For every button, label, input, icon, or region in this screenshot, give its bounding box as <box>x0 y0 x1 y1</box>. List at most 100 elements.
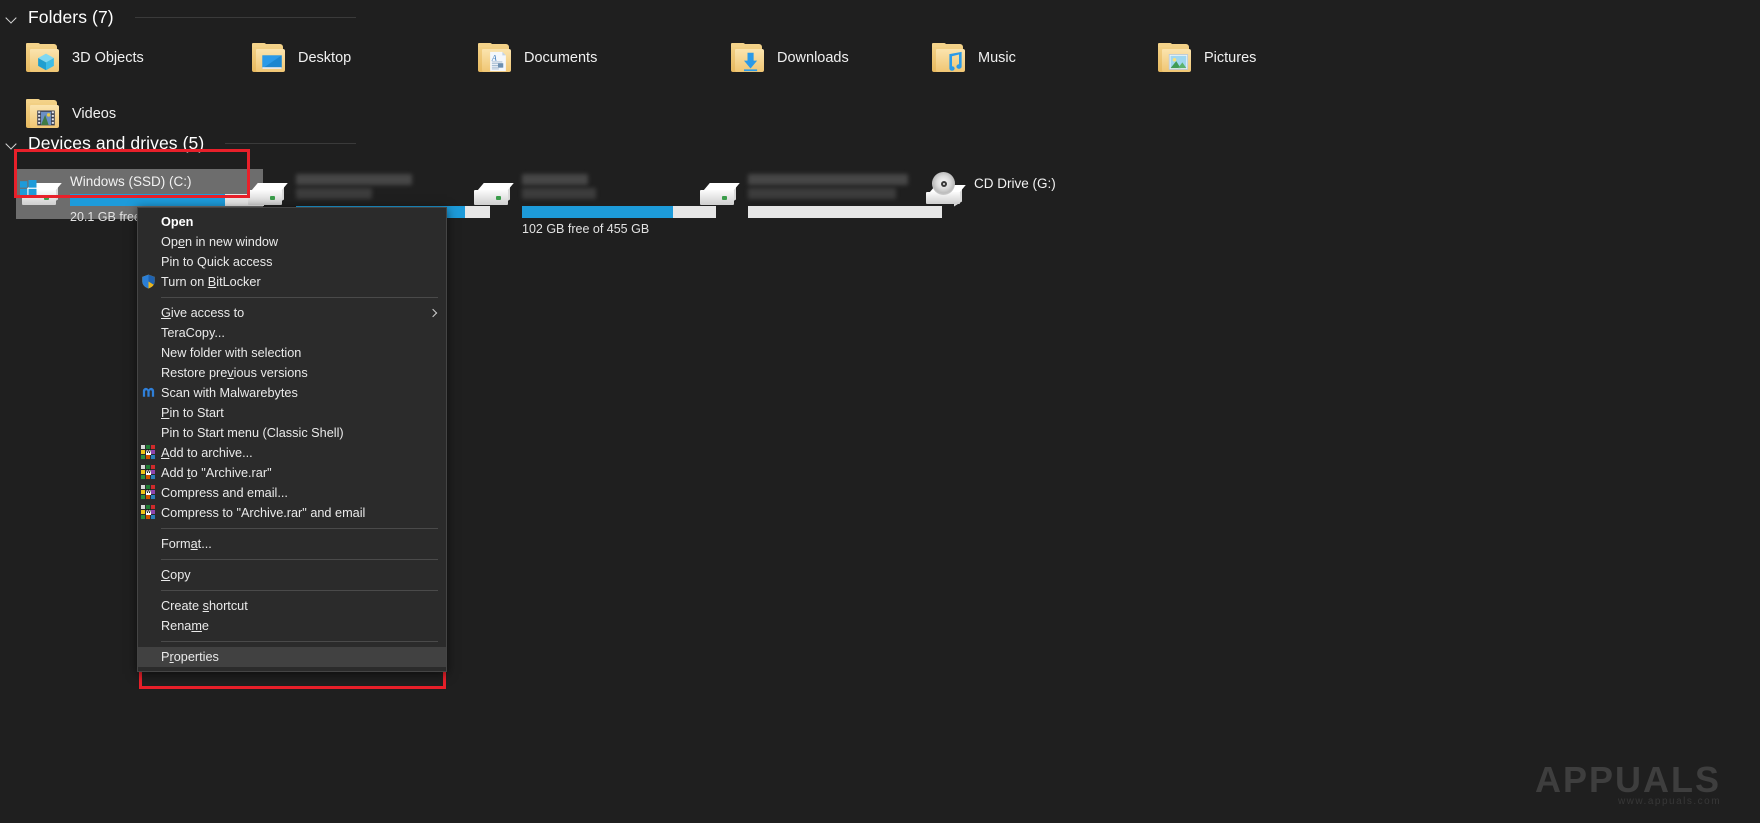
menu-item-pin-to-start[interactable]: Pin to Start <box>138 403 446 423</box>
menu-item-new-folder-with-selection[interactable]: New folder with selection <box>138 343 446 363</box>
menu-separator <box>161 559 438 560</box>
drive-tile-cd-drive-g[interactable]: CD Drive (G:) <box>924 168 1056 220</box>
menu-item-pin-to-start-menu-classic-shell[interactable]: Pin to Start menu (Classic Shell) <box>138 423 446 443</box>
hard-drive-windows-icon <box>20 178 62 212</box>
menu-item-label: Pin to Start <box>161 406 224 420</box>
group-divider <box>225 142 356 144</box>
drive-capacity-bar <box>748 206 942 218</box>
folder-label: 3D Objects <box>72 50 144 66</box>
drive-info <box>748 168 942 218</box>
folder-tile-documents[interactable]: A Documents <box>474 35 597 81</box>
menu-item-restore-previous-versions[interactable]: Restore previous versions <box>138 363 446 383</box>
menu-item-open[interactable]: Open <box>138 212 446 232</box>
folder-tile-3d-objects[interactable]: 3D Objects <box>22 35 144 81</box>
menu-item-label: Compress and email... <box>161 486 288 500</box>
menu-item-properties[interactable]: Properties <box>138 647 446 667</box>
cd-drive-icon <box>924 172 966 207</box>
folder-tile-pictures[interactable]: Pictures <box>1154 35 1256 81</box>
drive-tile-3[interactable]: 102 GB free of 455 GB <box>472 168 716 236</box>
menu-item-label: Add to "Archive.rar" <box>161 466 272 480</box>
drive-context-menu[interactable]: Open Open in new window Pin to Quick acces… <box>137 207 447 672</box>
drive-capacity-fill <box>70 194 226 206</box>
menu-item-label: Properties <box>161 650 219 664</box>
menu-item-pin-to-quick-access[interactable]: Pin to Quick access <box>138 252 446 272</box>
menu-separator <box>161 641 438 642</box>
chevron-right-icon <box>428 308 438 318</box>
menu-item-compress-to-archive-rar-and-email[interactable]: W Compress to "Archive.rar" and email <box>138 503 446 523</box>
group-divider <box>134 16 356 18</box>
menu-item-label: Add to archive... <box>161 446 253 460</box>
folder-label: Documents <box>524 50 598 66</box>
menu-item-add-to-archive-rar[interactable]: W Add to "Archive.rar" <box>138 463 446 483</box>
group-header-devices[interactable]: Devices and drives (5) <box>6 132 356 154</box>
menu-item-add-to-archive[interactable]: W Add to archive... <box>138 443 446 463</box>
menu-item-turn-on-bitlocker[interactable]: Turn on BitLocker <box>138 272 446 292</box>
folder-label: Pictures <box>1204 50 1257 66</box>
menu-item-create-shortcut[interactable]: Create shortcut <box>138 596 446 616</box>
folder-tile-downloads[interactable]: Downloads <box>727 35 849 81</box>
folder-desktop-icon <box>252 43 286 73</box>
folder-music-icon <box>932 43 966 73</box>
winrar-icon: W <box>141 445 157 461</box>
menu-item-scan-with-malwarebytes[interactable]: Scan with Malwarebytes <box>138 383 446 403</box>
hard-drive-icon <box>472 178 514 212</box>
menu-item-label: Turn on BitLocker <box>161 275 261 289</box>
folder-pictures-icon <box>1158 43 1192 73</box>
menu-item-label: Rename <box>161 619 209 633</box>
winrar-icon: W <box>141 485 157 501</box>
menu-item-label: Open in new window <box>161 235 279 249</box>
menu-separator <box>161 528 438 529</box>
folder-tile-videos[interactable]: Videos <box>22 91 116 137</box>
drive-info: CD Drive (G:) <box>974 168 1056 192</box>
folder-label: Videos <box>72 106 117 122</box>
menu-item-label: Pin to Quick access <box>161 255 273 269</box>
menu-item-label: Give access to <box>161 306 245 320</box>
hard-drive-icon <box>698 178 740 212</box>
folder-downloads-icon <box>731 43 765 73</box>
menu-item-label: Restore previous versions <box>161 366 308 380</box>
drive-name-redacted <box>748 174 942 199</box>
folder-videos-icon <box>26 99 60 129</box>
menu-item-label: New folder with selection <box>161 346 302 360</box>
group-header-folders[interactable]: Folders (7) <box>6 6 356 28</box>
folder-tile-music[interactable]: Music <box>928 35 1016 81</box>
menu-item-label: Copy <box>161 568 191 582</box>
drive-info: 102 GB free of 455 GB <box>522 168 716 237</box>
menu-item-copy[interactable]: Copy <box>138 565 446 585</box>
malwarebytes-icon <box>141 385 157 401</box>
menu-item-give-access-to[interactable]: Give access to <box>138 303 446 323</box>
menu-item-label: Create shortcut <box>161 599 248 613</box>
menu-item-label: TeraCopy... <box>161 326 225 340</box>
folder-tile-desktop[interactable]: Desktop <box>248 35 351 81</box>
menu-item-format[interactable]: Format... <box>138 534 446 554</box>
folder-label: Downloads <box>777 50 849 66</box>
drive-capacity-bar <box>522 206 716 218</box>
menu-item-teracopy[interactable]: TeraCopy... <box>138 323 446 343</box>
drive-capacity-bar <box>70 194 264 206</box>
winrar-icon: W <box>141 465 157 481</box>
bitlocker-shield-icon <box>141 274 157 290</box>
folder-documents-icon: A <box>478 43 512 73</box>
menu-item-label: Format... <box>161 537 212 551</box>
drive-tile-4[interactable] <box>698 168 942 220</box>
chevron-down-icon[interactable] <box>6 137 19 150</box>
svg-text:A: A <box>491 54 497 63</box>
group-title-devices: Devices and drives (5) <box>28 132 205 153</box>
folder-label: Music <box>978 50 1016 66</box>
chevron-down-icon[interactable] <box>6 11 19 24</box>
drive-capacity-fill <box>522 206 674 218</box>
menu-item-open-in-new-window[interactable]: Open in new window <box>138 232 446 252</box>
menu-item-rename[interactable]: Rename <box>138 616 446 636</box>
file-explorer-content-pane: Folders (7) 3D Objects Desktop A Documen… <box>0 0 1760 823</box>
drive-name-redacted <box>296 174 490 199</box>
group-title-folders: Folders (7) <box>28 6 114 27</box>
watermark-subtext: www.appuals.com <box>1617 796 1722 807</box>
appuals-watermark: APPUALS www.appuals.com <box>1535 762 1722 808</box>
drive-name: CD Drive (G:) <box>974 176 1056 191</box>
menu-separator <box>161 590 438 591</box>
menu-item-compress-and-email[interactable]: W Compress and email... <box>138 483 446 503</box>
drive-name: Windows (SSD) (C:) <box>70 174 192 189</box>
folder-label: Desktop <box>298 50 352 66</box>
folder-3d-objects-icon <box>26 43 60 73</box>
menu-item-label: Open <box>161 215 194 229</box>
